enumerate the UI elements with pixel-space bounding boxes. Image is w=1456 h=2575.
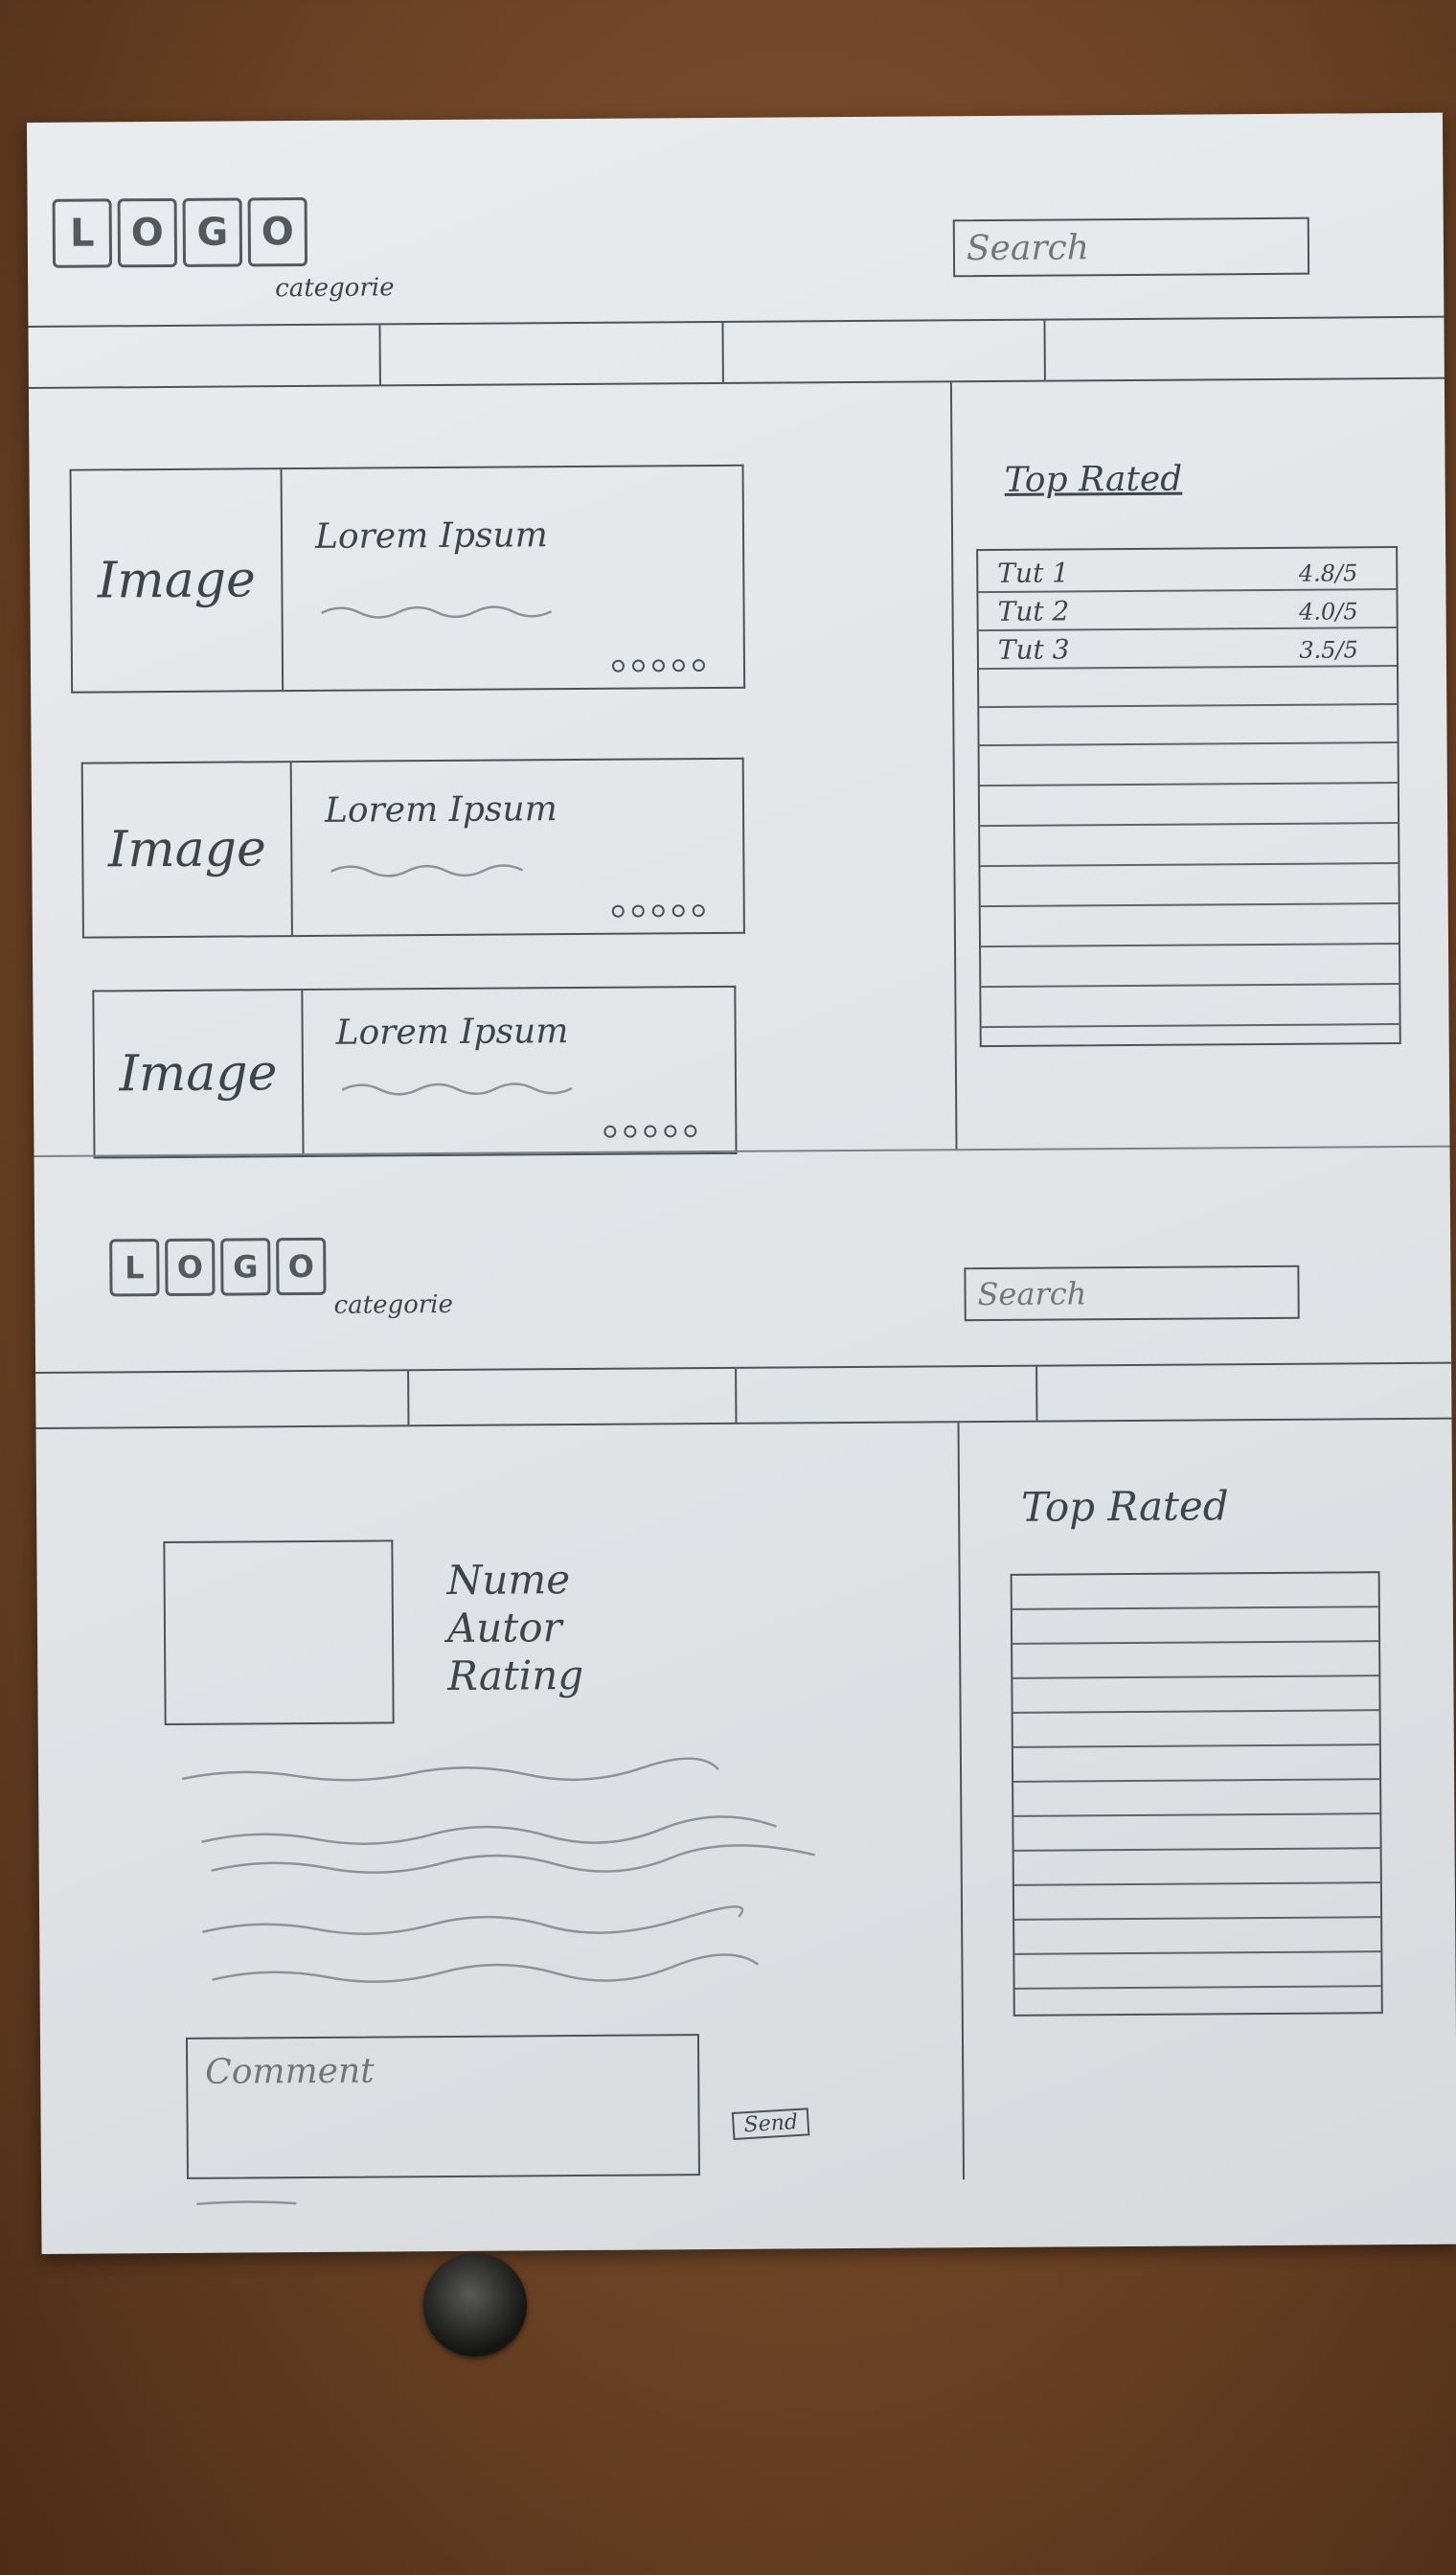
tutorial-rating: Rating <box>447 1651 584 1699</box>
list-item-rating: 4.8/5 <box>1298 559 1358 587</box>
list-item[interactable] <box>1012 1745 1380 1783</box>
tutorial-name: Nume <box>446 1556 571 1604</box>
top-rated-title: Top Rated <box>1020 1482 1229 1531</box>
text-placeholder-line <box>321 605 553 619</box>
list-item[interactable] <box>980 864 1399 908</box>
top-rated-title: Top Rated <box>1004 459 1183 500</box>
logo-letter: L <box>109 1239 160 1297</box>
list-item[interactable] <box>1014 1952 1381 1990</box>
top-rated-list <box>1010 1571 1383 2017</box>
list-item[interactable] <box>1012 1711 1379 1748</box>
list-item-name: Tut 1 <box>997 557 1070 589</box>
list-item[interactable] <box>981 985 1399 1029</box>
tutorial-card[interactable]: Image Lorem Ipsum <box>80 757 745 939</box>
card-body: Lorem Ipsum <box>303 985 738 1158</box>
description-placeholder-lines <box>181 1757 815 1983</box>
card-image-placeholder: Image <box>80 761 293 939</box>
logo[interactable]: L O G O <box>52 196 308 268</box>
nav-item[interactable] <box>409 1369 735 1424</box>
top-rated-list: Tut 1 4.8/5 Tut 2 4.0/5 Tut 3 3.5/5 <box>976 546 1401 1048</box>
wireframe-2: L O G O categorie Nume Autor Rating <box>27 113 1452 2206</box>
sketch-paper: L O G O categorie Image Lorem Ipsum <box>27 112 1456 2254</box>
list-item[interactable] <box>1012 1573 1378 1610</box>
tutorial-card[interactable]: Image Lorem Ipsum <box>92 985 738 1159</box>
nav-item[interactable] <box>737 1367 1035 1423</box>
list-item[interactable] <box>979 667 1398 709</box>
logo-letter: O <box>117 197 178 268</box>
rating-dots <box>611 659 706 672</box>
list-item[interactable] <box>979 743 1398 787</box>
text-placeholder-line <box>341 1082 573 1096</box>
list-item[interactable] <box>980 824 1399 868</box>
category-label[interactable]: categorie <box>334 1290 454 1320</box>
card-image-placeholder: Image <box>69 467 284 694</box>
search-input[interactable] <box>964 1265 1300 1322</box>
list-item-name: Tut 3 <box>997 633 1070 666</box>
list-item[interactable]: Tut 3 3.5/5 <box>978 628 1398 671</box>
text-placeholder-line <box>330 864 524 877</box>
card-image-placeholder: Image <box>92 989 305 1159</box>
list-item[interactable] <box>1012 1642 1379 1679</box>
list-item[interactable] <box>979 784 1399 828</box>
list-item[interactable] <box>980 904 1399 948</box>
logo[interactable]: L O G O <box>109 1237 327 1297</box>
pencil-mark <box>196 2200 297 2206</box>
list-item-rating: 3.5/5 <box>1299 636 1358 664</box>
list-item[interactable] <box>979 705 1398 747</box>
category-label[interactable]: categorie <box>275 273 395 303</box>
logo-letter: O <box>247 196 308 267</box>
send-button[interactable]: Send <box>731 2108 810 2140</box>
logo-letter: O <box>276 1237 327 1296</box>
nav-item[interactable] <box>28 325 378 387</box>
rating-dots <box>603 1125 697 1138</box>
wireframe-1: L O G O categorie Image Lorem Ipsum <box>27 113 1445 1159</box>
rating-dots <box>611 904 705 918</box>
sidebar-divider <box>957 1423 966 2180</box>
list-item[interactable] <box>1012 1607 1379 1645</box>
logo-letter: G <box>182 197 243 267</box>
logo-letter: O <box>165 1238 216 1297</box>
search-input[interactable] <box>952 216 1310 278</box>
list-item[interactable] <box>1014 1918 1381 1955</box>
list-item-name: Tut 2 <box>997 595 1070 627</box>
card-body: Lorem Ipsum <box>282 464 746 693</box>
card-title: Lorem Ipsum <box>324 789 557 831</box>
list-item[interactable] <box>1013 1780 1380 1817</box>
comment-input[interactable] <box>185 2034 700 2179</box>
sidebar-divider <box>949 382 958 1151</box>
nav-item[interactable] <box>1037 1364 1451 1421</box>
card-title: Lorem Ipsum <box>314 515 548 557</box>
card-body: Lorem Ipsum <box>291 757 745 938</box>
list-item[interactable]: Tut 1 4.8/5 <box>978 548 1397 594</box>
logo-letter: G <box>220 1238 271 1296</box>
nav-item[interactable] <box>1045 318 1444 380</box>
list-item-rating: 4.0/5 <box>1298 598 1358 626</box>
list-item[interactable]: Tut 2 4.0/5 <box>978 590 1397 632</box>
tutorial-card[interactable]: Image Lorem Ipsum <box>69 464 746 694</box>
tutorial-author: Autor <box>446 1604 562 1652</box>
list-item[interactable] <box>1012 1676 1379 1714</box>
thumbtack-icon <box>423 2253 527 2357</box>
nav-item[interactable] <box>380 323 721 384</box>
nav-item[interactable] <box>723 321 1043 382</box>
list-item[interactable] <box>1013 1814 1380 1852</box>
list-item[interactable] <box>1013 1883 1381 1921</box>
list-item[interactable] <box>981 945 1399 989</box>
nav-item[interactable] <box>35 1371 407 1427</box>
logo-letter: L <box>52 198 113 268</box>
tutorial-image-placeholder <box>163 1539 395 1726</box>
card-title: Lorem Ipsum <box>335 1012 569 1053</box>
list-item[interactable] <box>1013 1849 1380 1886</box>
